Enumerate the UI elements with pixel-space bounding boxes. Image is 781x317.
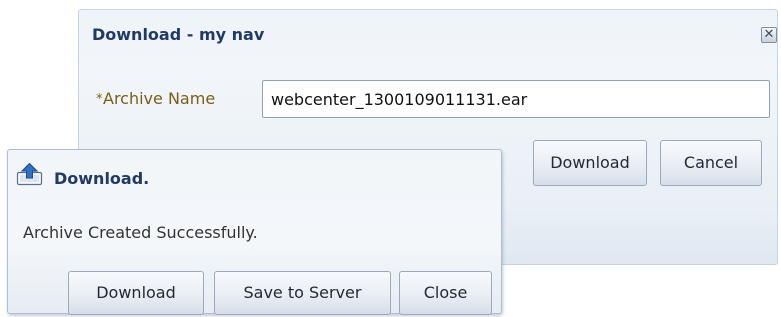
upload-arrow-icon [16, 162, 44, 186]
cancel-button[interactable]: Cancel [660, 140, 762, 186]
screen: Download - my nav ✕ * Archive Name Downl… [0, 0, 781, 317]
archive-name-label: Archive Name [103, 89, 216, 108]
archive-name-input[interactable] [262, 80, 770, 118]
popup-close-button[interactable]: Close [399, 271, 492, 315]
required-indicator: * [96, 92, 103, 107]
popup-title: Download. [54, 169, 150, 188]
download-button[interactable]: Download [533, 140, 647, 186]
close-icon[interactable]: ✕ [761, 27, 777, 43]
popup-download-button[interactable]: Download [68, 271, 204, 315]
dialog-title: Download - my nav [92, 25, 265, 44]
success-message: Archive Created Successfully. [23, 223, 258, 242]
download-result-popup: Download. Archive Created Successfully. … [7, 149, 502, 315]
save-to-server-button[interactable]: Save to Server [214, 271, 391, 315]
